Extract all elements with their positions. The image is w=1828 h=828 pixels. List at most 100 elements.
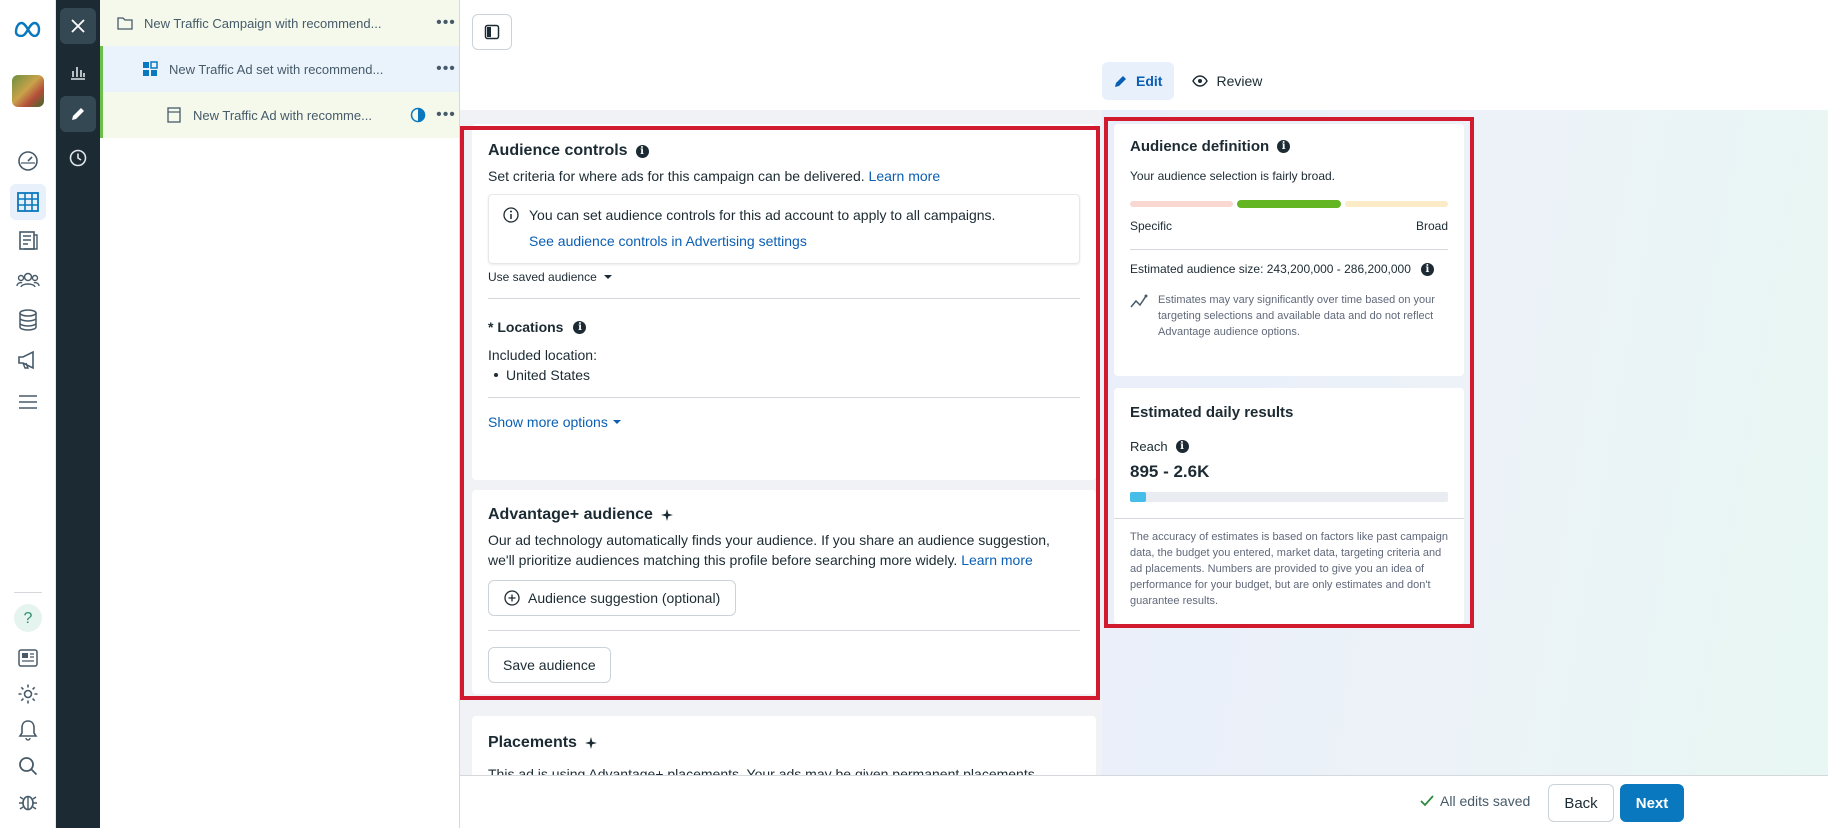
edit-pencil-icon[interactable] bbox=[60, 96, 96, 132]
performance-chart-icon[interactable] bbox=[60, 54, 96, 90]
tab-review-label: Review bbox=[1216, 73, 1263, 89]
estimate-note-row: Estimates may vary significantly over ti… bbox=[1130, 292, 1448, 340]
tree-item-adset[interactable]: New Traffic Ad set with recommend... ••• bbox=[100, 46, 459, 92]
audience-definition-card: Audience definition i Your audience sele… bbox=[1114, 124, 1464, 376]
info-outline-icon bbox=[503, 207, 519, 223]
specific-label: Specific bbox=[1130, 219, 1173, 233]
reach-label: Reach bbox=[1130, 439, 1168, 454]
info-icon[interactable]: i bbox=[573, 320, 587, 334]
info-icon[interactable]: i bbox=[1175, 440, 1189, 453]
notifications-bell-icon[interactable] bbox=[10, 712, 46, 748]
folder-icon bbox=[116, 14, 134, 32]
help-icon[interactable]: ? bbox=[10, 600, 46, 636]
audience-controls-card: Audience controls i Set criteria for whe… bbox=[472, 124, 1096, 480]
status-half-circle-icon bbox=[409, 106, 427, 124]
location-list-item: United States bbox=[488, 365, 1080, 385]
settings-column: Audience controls i Set criteria for whe… bbox=[460, 110, 1102, 775]
back-button[interactable]: Back bbox=[1548, 784, 1614, 822]
audience-controls-heading: Audience controls i bbox=[488, 142, 1080, 160]
estimated-daily-results-card: Estimated daily results Reach i 895 - 2.… bbox=[1114, 388, 1464, 624]
tree-item-ad[interactable]: New Traffic Ad with recomme... ••• bbox=[100, 92, 459, 138]
divider bbox=[488, 630, 1080, 631]
history-clock-icon[interactable] bbox=[60, 140, 96, 176]
info-icon[interactable]: i bbox=[635, 144, 649, 158]
info-icon[interactable]: i bbox=[1277, 140, 1291, 153]
daily-results-disclaimer: The accuracy of estimates is based on fa… bbox=[1130, 531, 1448, 607]
estimated-audience-size: Estimated audience size: 243,200,000 - 2… bbox=[1130, 262, 1411, 276]
svg-text:?: ? bbox=[24, 610, 33, 627]
audience-controls-description-row: Set criteria for where ads for this camp… bbox=[488, 166, 1080, 186]
rail-divider bbox=[14, 592, 42, 593]
settings-gear-icon[interactable] bbox=[10, 676, 46, 712]
close-icon[interactable] bbox=[60, 8, 96, 44]
meter-segment-current bbox=[1237, 200, 1341, 208]
broad-label: Broad bbox=[1415, 219, 1448, 233]
audience-controls-learn-more-link[interactable]: Learn more bbox=[869, 168, 941, 184]
account-avatar[interactable] bbox=[12, 75, 44, 107]
estimates-column: Audience definition i Your audience sele… bbox=[1102, 110, 1828, 775]
editor-mode-rail bbox=[56, 0, 100, 828]
campaign-megaphone-icon[interactable] bbox=[10, 342, 46, 378]
use-saved-audience-dropdown[interactable]: Use saved audience bbox=[488, 270, 1080, 284]
tree-item-campaign[interactable]: New Traffic Campaign with recommend... •… bbox=[100, 0, 459, 46]
placements-card: Placements This ad is using Advantage+ p… bbox=[472, 716, 1096, 775]
included-location-label: Included location: bbox=[488, 347, 597, 363]
next-button[interactable]: Next bbox=[1620, 784, 1684, 822]
left-nav-rail: ? bbox=[0, 0, 56, 828]
all-tools-menu-icon[interactable] bbox=[10, 384, 46, 420]
campaign-name: New Traffic Campaign with recommend... bbox=[144, 15, 382, 31]
reach-bar bbox=[1130, 492, 1448, 502]
advantage-audience-card: Advantage+ audience Our ad technology au… bbox=[472, 490, 1096, 694]
notice-text: You can set audience controls for this a… bbox=[529, 207, 996, 223]
divider bbox=[488, 397, 1080, 398]
audiences-icon[interactable] bbox=[10, 262, 46, 298]
campaign-more-menu-icon[interactable]: ••• bbox=[433, 14, 459, 32]
report-bug-icon[interactable] bbox=[10, 784, 46, 820]
tab-review[interactable]: Review bbox=[1180, 62, 1274, 100]
advantage-description-row: Our ad technology automatically finds yo… bbox=[488, 530, 1080, 570]
adset-more-menu-icon[interactable]: ••• bbox=[433, 60, 459, 78]
meta-logo-icon[interactable] bbox=[10, 10, 46, 46]
advantage-audience-title: Advantage+ audience bbox=[488, 506, 653, 523]
adset-grid-icon bbox=[141, 60, 159, 78]
pages-icon[interactable] bbox=[10, 222, 46, 258]
placements-heading: Placements bbox=[488, 734, 1080, 752]
location-name: United States bbox=[506, 367, 591, 383]
show-more-options-link[interactable]: Show more options bbox=[488, 412, 1080, 432]
save-status-text: All edits saved bbox=[1440, 793, 1531, 809]
dashboard-icon[interactable] bbox=[10, 142, 46, 178]
search-icon[interactable] bbox=[10, 748, 46, 784]
caret-down-icon bbox=[603, 274, 613, 280]
meter-segment-specific bbox=[1130, 201, 1234, 207]
sparkle-icon bbox=[660, 509, 673, 521]
divider bbox=[488, 298, 1080, 299]
billing-database-icon[interactable] bbox=[10, 302, 46, 338]
advantage-learn-more-link[interactable]: Learn more bbox=[961, 552, 1033, 568]
audience-definition-title: Audience definition bbox=[1130, 138, 1270, 155]
audience-controls-title: Audience controls bbox=[488, 142, 628, 159]
toggle-side-panel-button[interactable] bbox=[472, 14, 512, 50]
meter-labels: Specific Broad bbox=[1130, 219, 1448, 233]
save-audience-button[interactable]: Save audience bbox=[488, 647, 611, 683]
advertising-settings-link[interactable]: See audience controls in Advertising set… bbox=[529, 231, 1065, 251]
pencil-icon bbox=[1114, 74, 1128, 88]
info-icon[interactable]: i bbox=[1420, 262, 1434, 276]
ad-name: New Traffic Ad with recomme... bbox=[193, 107, 372, 123]
tab-edit[interactable]: Edit bbox=[1102, 62, 1175, 100]
advantage-audience-heading: Advantage+ audience bbox=[488, 506, 1080, 524]
placements-title: Placements bbox=[488, 734, 577, 751]
checkmark-icon bbox=[1420, 795, 1434, 807]
reach-row: Reach i bbox=[1130, 439, 1448, 454]
news-icon[interactable] bbox=[10, 640, 46, 676]
reach-value: 895 - 2.6K bbox=[1130, 462, 1210, 481]
reach-bar-fill bbox=[1130, 492, 1146, 502]
estimate-note: Estimates may vary significantly over ti… bbox=[1158, 294, 1435, 338]
adset-name: New Traffic Ad set with recommend... bbox=[169, 61, 384, 77]
eye-icon bbox=[1192, 75, 1209, 87]
ad-more-menu-icon[interactable]: ••• bbox=[433, 106, 459, 124]
ads-manager-table-icon[interactable] bbox=[10, 184, 46, 220]
campaign-tree-panel: New Traffic Campaign with recommend... •… bbox=[100, 0, 460, 828]
sparkle-icon bbox=[584, 737, 597, 749]
audience-suggestion-button[interactable]: Audience suggestion (optional) bbox=[488, 580, 737, 616]
use-saved-audience-label: Use saved audience bbox=[488, 270, 597, 284]
